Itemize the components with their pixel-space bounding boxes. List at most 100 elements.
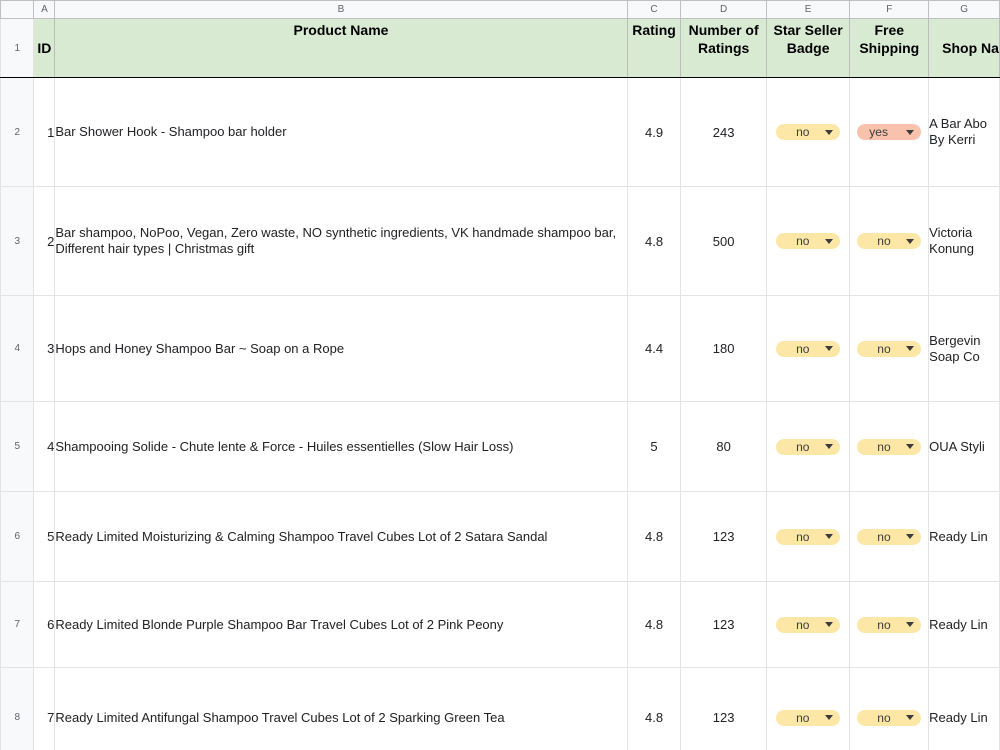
dropdown-value: no <box>877 617 891 632</box>
star-seller-dropdown[interactable]: no <box>776 438 841 455</box>
cell-rating[interactable]: 4.9 <box>626 77 682 187</box>
cell-id[interactable]: 4 <box>33 401 56 492</box>
cell-free-shipping[interactable]: no <box>849 186 930 296</box>
cell-free-shipping[interactable]: no <box>849 401 930 492</box>
column-header-g[interactable]: G <box>928 0 1000 19</box>
cell-shop-name[interactable]: Victoria Konung <box>928 186 1000 296</box>
cell-id[interactable]: 1 <box>33 77 56 187</box>
cell-rating[interactable]: 4.8 <box>626 186 682 296</box>
cell-shop-name[interactable]: A Bar Abo By Kerri <box>928 77 1000 187</box>
cell-number-of-ratings[interactable]: 123 <box>680 491 767 582</box>
cell-product-name[interactable]: Bar shampoo, NoPoo, Vegan, Zero waste, N… <box>54 186 628 296</box>
cell-id[interactable]: 2 <box>33 186 56 296</box>
cell-id[interactable]: 6 <box>33 581 56 668</box>
cell-free-shipping[interactable]: no <box>849 667 930 750</box>
cell-number-of-ratings[interactable]: 180 <box>680 295 767 402</box>
cell-id[interactable]: 3 <box>33 295 56 402</box>
free-shipping-dropdown[interactable]: no <box>857 340 922 357</box>
free-shipping-dropdown[interactable]: no <box>857 438 922 455</box>
cell-product-name[interactable]: Shampooing Solide - Chute lente & Force … <box>54 401 628 492</box>
dropdown-value: no <box>796 710 810 725</box>
row-number[interactable]: 8 <box>0 667 35 750</box>
cell-free-shipping[interactable]: no <box>849 491 930 582</box>
row-number[interactable]: 2 <box>0 77 35 187</box>
cell-rating[interactable]: 4.4 <box>626 295 682 402</box>
cell-rating[interactable]: 4.8 <box>626 491 682 582</box>
star-seller-dropdown[interactable]: no <box>776 340 841 357</box>
cell-rating[interactable]: 5 <box>626 401 682 492</box>
header-number-of-ratings[interactable]: Number of Ratings <box>680 18 767 78</box>
free-shipping-dropdown[interactable]: yes <box>857 124 922 141</box>
dropdown-arrow-icon <box>825 444 834 450</box>
star-seller-dropdown[interactable]: no <box>776 709 841 726</box>
cell-star-seller[interactable]: no <box>765 295 851 402</box>
star-seller-dropdown[interactable]: no <box>776 528 841 545</box>
cell-star-seller[interactable]: no <box>765 401 851 492</box>
dropdown-value: no <box>796 341 810 356</box>
star-seller-dropdown[interactable]: no <box>776 124 841 141</box>
column-header-e[interactable]: E <box>765 0 851 19</box>
cell-star-seller[interactable]: no <box>765 77 851 187</box>
cell-shop-name[interactable]: Bergevin Soap Co <box>928 295 1000 402</box>
free-shipping-dropdown[interactable]: no <box>857 528 922 545</box>
cell-id[interactable]: 7 <box>33 667 56 750</box>
header-star-seller-badge[interactable]: Star Seller Badge <box>765 18 851 78</box>
star-seller-dropdown[interactable]: no <box>776 233 841 250</box>
cell-shop-name[interactable]: Ready Lin <box>928 491 1000 582</box>
cell-free-shipping[interactable]: no <box>849 581 930 668</box>
cell-star-seller[interactable]: no <box>765 491 851 582</box>
free-shipping-dropdown[interactable]: no <box>857 709 922 726</box>
row-number[interactable]: 4 <box>0 295 35 402</box>
dropdown-arrow-icon <box>825 238 834 244</box>
dropdown-value: no <box>877 529 891 544</box>
cell-star-seller[interactable]: no <box>765 667 851 750</box>
cell-product-name[interactable]: Ready Limited Blonde Purple Shampoo Bar … <box>54 581 628 668</box>
table-row: 8 7 Ready Limited Antifungal Shampoo Trave… <box>0 667 1000 750</box>
cell-product-name[interactable]: Bar Shower Hook - Shampoo bar holder <box>54 77 628 187</box>
free-shipping-dropdown[interactable]: no <box>857 233 922 250</box>
row-number[interactable]: 6 <box>0 491 35 582</box>
dropdown-arrow-icon <box>825 534 834 540</box>
header-id[interactable]: ID <box>33 18 56 78</box>
column-header-c[interactable]: C <box>626 0 682 19</box>
cell-rating[interactable]: 4.8 <box>626 667 682 750</box>
cell-shop-name[interactable]: Ready Lin <box>928 581 1000 668</box>
column-header-f[interactable]: F <box>849 0 930 19</box>
dropdown-value: no <box>877 710 891 725</box>
table-row: 7 6 Ready Limited Blonde Purple Shampoo Ba… <box>0 581 1000 668</box>
cell-id[interactable]: 5 <box>33 491 56 582</box>
cell-free-shipping[interactable]: yes <box>849 77 930 187</box>
header-shop-name[interactable]: Shop Na <box>928 18 1000 78</box>
cell-star-seller[interactable]: no <box>765 186 851 296</box>
cell-number-of-ratings[interactable]: 123 <box>680 581 767 668</box>
cell-number-of-ratings[interactable]: 123 <box>680 667 767 750</box>
cell-star-seller[interactable]: no <box>765 581 851 668</box>
cell-shop-name[interactable]: OUA Styli <box>928 401 1000 492</box>
column-header-b[interactable]: B <box>54 0 628 19</box>
cell-number-of-ratings[interactable]: 500 <box>680 186 767 296</box>
free-shipping-dropdown[interactable]: no <box>857 616 922 633</box>
header-free-shipping[interactable]: Free Shipping <box>849 18 930 78</box>
header-product-name[interactable]: Product Name <box>54 18 628 78</box>
cell-shop-name[interactable]: Ready Lin <box>928 667 1000 750</box>
column-header-a[interactable]: A <box>33 0 56 19</box>
row-number[interactable]: 7 <box>0 581 35 668</box>
cell-number-of-ratings[interactable]: 80 <box>680 401 767 492</box>
row-number[interactable]: 1 <box>0 18 35 78</box>
header-rating[interactable]: Rating <box>626 18 682 78</box>
cell-product-name[interactable]: Hops and Honey Shampoo Bar ~ Soap on a R… <box>54 295 628 402</box>
cell-number-of-ratings[interactable]: 243 <box>680 77 767 187</box>
select-all-corner[interactable] <box>0 0 35 19</box>
dropdown-value: yes <box>869 125 888 140</box>
cell-product-name[interactable]: Ready Limited Moisturizing & Calming Sha… <box>54 491 628 582</box>
column-header-d[interactable]: D <box>680 0 767 19</box>
cell-free-shipping[interactable]: no <box>849 295 930 402</box>
dropdown-arrow-icon <box>906 715 915 721</box>
row-number[interactable]: 5 <box>0 401 35 492</box>
table-row: 6 5 Ready Limited Moisturizing & Calming S… <box>0 491 1000 582</box>
cell-rating[interactable]: 4.8 <box>626 581 682 668</box>
star-seller-dropdown[interactable]: no <box>776 616 841 633</box>
row-number[interactable]: 3 <box>0 186 35 296</box>
cell-product-name[interactable]: Ready Limited Antifungal Shampoo Travel … <box>54 667 628 750</box>
dropdown-arrow-icon <box>906 346 915 352</box>
